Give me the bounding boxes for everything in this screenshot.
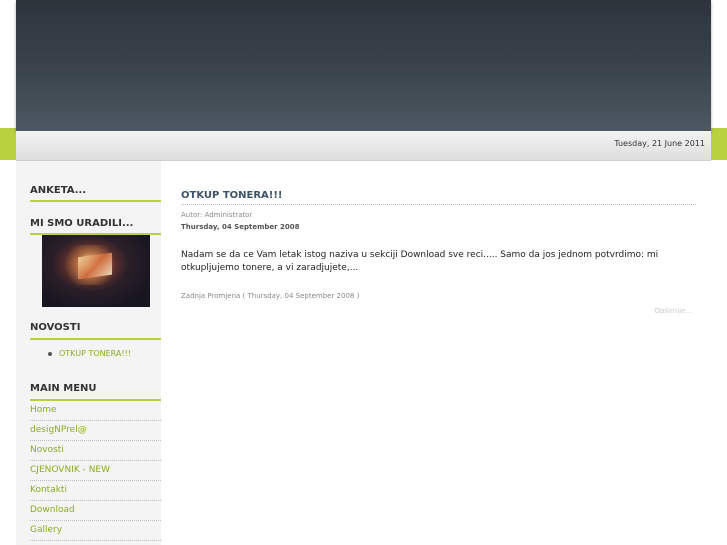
article-date: Thursday, 04 September 2008 xyxy=(181,223,300,231)
main-menu-title: MAIN MENU xyxy=(30,383,97,394)
menu-item-download[interactable]: Download xyxy=(30,501,161,521)
left-green-rail xyxy=(0,128,16,160)
menu-item-designprel[interactable]: desigNPrel@ xyxy=(30,421,161,441)
poll-module-title: ANKETA... xyxy=(30,185,87,196)
menu-item-home[interactable]: Home xyxy=(30,401,161,421)
date-bar: Tuesday, 21 June 2011 xyxy=(16,131,711,161)
article-body: Nadam se da ce Vam letak istog naziva u … xyxy=(181,250,659,273)
module-underline xyxy=(30,200,161,202)
main-menu: Home desigNPrel@ Novosti CJENOVNIK - NEW… xyxy=(30,401,161,541)
article-title[interactable]: OTKUP TONERA!!! xyxy=(181,190,696,205)
menu-item-gallery[interactable]: Gallery xyxy=(30,521,161,541)
article-author: Autor: Administrator xyxy=(181,211,253,219)
news-module-title: NOVOSTI xyxy=(30,322,81,333)
news-link[interactable]: OTKUP TONERA!!! xyxy=(59,349,131,358)
read-more-link[interactable]: Opširnije... xyxy=(654,307,692,315)
sidebar: ANKETA... MI SMO URADILI... NOVOSTI OTKU… xyxy=(16,161,161,545)
site-header xyxy=(16,0,711,131)
menu-item-cjenovnik[interactable]: CJENOVNIK - NEW xyxy=(30,461,161,481)
done-module-title: MI SMO URADILI... xyxy=(30,218,134,229)
right-green-rail xyxy=(711,128,727,160)
current-date: Tuesday, 21 June 2011 xyxy=(614,139,705,148)
bullet-icon xyxy=(48,352,52,356)
menu-item-novosti[interactable]: Novosti xyxy=(30,441,161,461)
module-underline xyxy=(30,338,161,340)
menu-item-kontakti[interactable]: Kontakti xyxy=(30,481,161,501)
article-modified: Zadnja Promjena ( Thursday, 04 September… xyxy=(181,292,360,300)
work-photo[interactable] xyxy=(42,235,150,307)
